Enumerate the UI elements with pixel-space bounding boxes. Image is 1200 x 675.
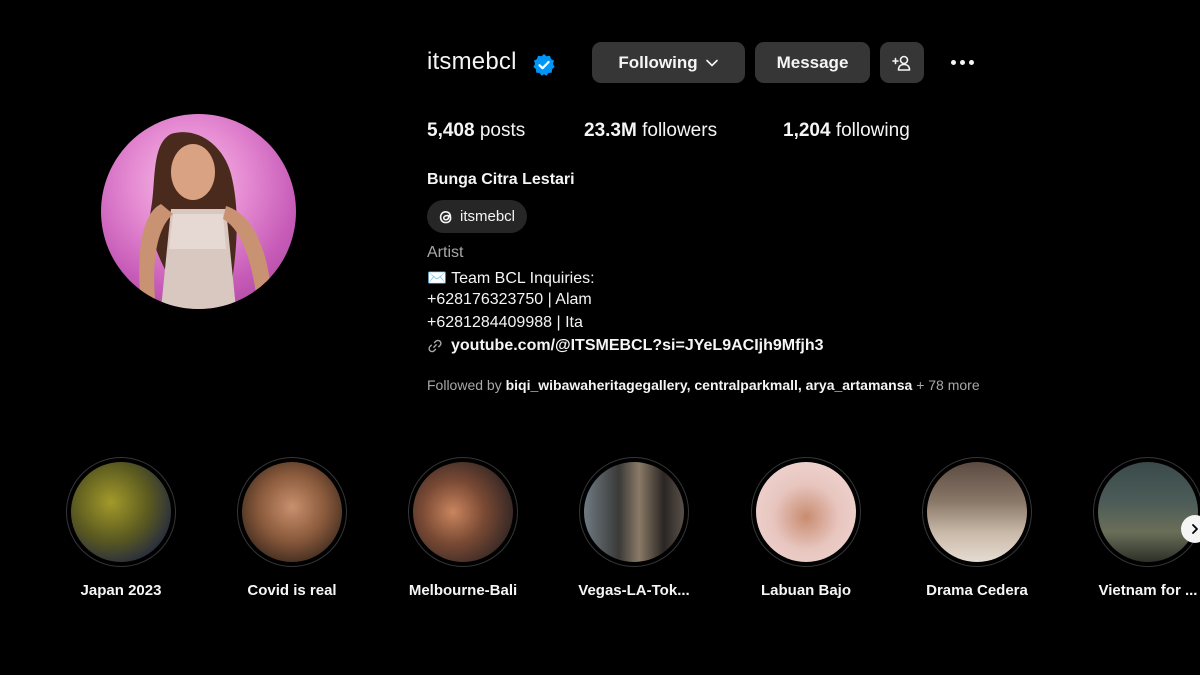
profile-full-name: Bunga Citra Lestari — [427, 171, 575, 188]
followed-by-users: biqi_wibawaheritagegallery, centralparkm… — [505, 377, 913, 393]
profile-category: Artist — [427, 244, 464, 261]
following-button[interactable]: Following — [592, 42, 745, 83]
story-highlight[interactable]: Drama Cedera — [921, 457, 1033, 599]
highlight-cover — [71, 462, 171, 562]
threads-icon — [439, 210, 452, 223]
followed-by[interactable]: Followed by biqi_wibawaheritagegallery, … — [427, 377, 980, 393]
highlight-label: Vietnam for ... — [1098, 582, 1198, 599]
highlight-cover — [927, 462, 1027, 562]
following-button-label: Following — [618, 52, 698, 72]
suggest-similar-button[interactable] — [880, 42, 924, 83]
threads-badge[interactable]: itsmebcl — [427, 200, 527, 233]
posts-label: posts — [479, 120, 526, 141]
verified-badge-icon — [533, 54, 555, 76]
chevron-right-icon — [1192, 524, 1198, 534]
story-highlight[interactable]: Vietnam for ... — [1092, 457, 1200, 599]
followers-stat[interactable]: 23.3M followers — [584, 120, 717, 142]
highlight-cover — [584, 462, 684, 562]
followers-label: followers — [642, 120, 718, 141]
posts-stat: 5,408 posts — [427, 120, 525, 142]
highlight-ring — [408, 457, 518, 567]
link-icon — [428, 339, 442, 353]
following-label: following — [835, 120, 910, 141]
highlight-label: Melbourne-Bali — [408, 582, 518, 599]
highlight-cover — [1098, 462, 1198, 562]
followed-by-more: + 78 more — [916, 377, 980, 393]
highlight-cover — [242, 462, 342, 562]
profile-link[interactable]: youtube.com/@ITSMEBCL?si=JYeL9ACIjh9Mfjh… — [427, 337, 824, 355]
profile-username: itsmebcl — [427, 48, 517, 75]
threads-handle: itsmebcl — [460, 208, 516, 225]
message-button[interactable]: Message — [755, 42, 870, 83]
story-highlight[interactable]: Japan 2023 — [65, 457, 177, 599]
highlight-label: Labuan Bajo — [760, 582, 851, 599]
highlight-label: Covid is real — [247, 582, 337, 599]
story-highlight[interactable]: Labuan Bajo — [750, 457, 862, 599]
followed-by-prefix: Followed by — [427, 377, 502, 393]
highlight-ring — [237, 457, 347, 567]
profile-avatar[interactable] — [101, 114, 296, 309]
add-user-icon — [892, 55, 911, 71]
highlight-cover — [756, 462, 856, 562]
highlight-cover — [413, 462, 513, 562]
bio-line: +628176323750 | Alam — [427, 291, 592, 308]
bio-line: ✉️ Team BCL Inquiries: — [427, 270, 595, 287]
more-options-icon[interactable] — [943, 50, 981, 74]
message-button-label: Message — [776, 52, 849, 72]
bio-line: +6281284409988 | Ita — [427, 314, 583, 331]
highlight-label: Drama Cedera — [926, 582, 1028, 599]
story-highlight[interactable]: Melbourne-Bali — [407, 457, 519, 599]
highlight-ring — [1093, 457, 1200, 567]
profile-link-text: youtube.com/@ITSMEBCL?si=JYeL9ACIjh9Mfjh… — [451, 337, 824, 354]
highlight-ring — [579, 457, 689, 567]
highlight-label: Vegas-LA-Tok... — [578, 582, 690, 599]
story-highlight[interactable]: Covid is real — [236, 457, 348, 599]
story-highlight[interactable]: Vegas-LA-Tok... — [578, 457, 690, 599]
highlight-ring — [751, 457, 861, 567]
followers-count: 23.3M — [584, 120, 637, 141]
avatar-photo — [139, 132, 271, 309]
following-count: 1,204 — [783, 120, 831, 141]
chevron-down-icon — [705, 59, 718, 66]
highlight-label: Japan 2023 — [80, 582, 162, 599]
highlight-ring — [922, 457, 1032, 567]
highlight-ring — [66, 457, 176, 567]
posts-count: 5,408 — [427, 120, 475, 141]
following-stat[interactable]: 1,204 following — [783, 120, 910, 142]
